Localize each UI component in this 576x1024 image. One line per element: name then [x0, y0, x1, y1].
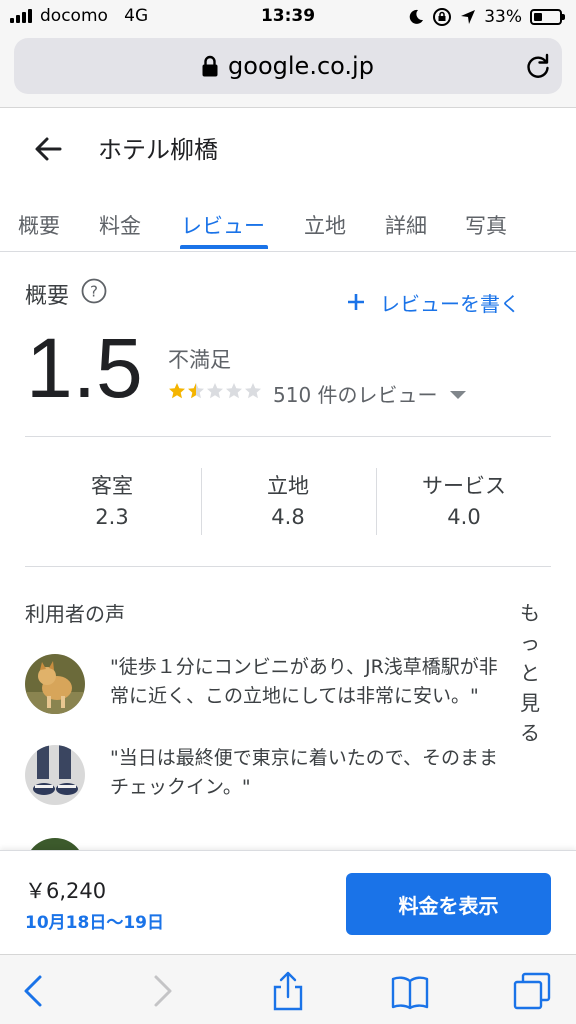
svg-text:?: ? — [90, 283, 98, 301]
battery-fill — [534, 13, 542, 21]
show-price-button[interactable]: 料金を表示 — [346, 873, 551, 935]
battery-icon — [530, 9, 565, 25]
tabs-icon[interactable] — [512, 971, 552, 1011]
write-review-label: レビューを書く — [380, 291, 520, 316]
sub-rating-label-rooms: 客室 — [91, 474, 133, 498]
see-more-link[interactable]: もっと見る — [520, 598, 546, 748]
sandals-photo-icon — [25, 745, 85, 805]
status-right: 33% — [408, 6, 565, 28]
avatar — [25, 745, 85, 805]
hotel-title: ホテル柳橋 — [98, 136, 218, 164]
divider — [25, 436, 551, 437]
moon-icon — [409, 9, 424, 24]
tab-photos[interactable]: 写真 — [465, 210, 507, 240]
sub-rating-value-rooms: 2.3 — [95, 505, 129, 529]
back-arrow-icon[interactable] — [32, 132, 66, 166]
rotation-lock-icon — [433, 8, 452, 26]
tab-price[interactable]: 料金 — [99, 210, 141, 240]
overview-heading: 概要 — [25, 284, 70, 309]
review-quote: "当日は最終便で東京に着いたので、そのまま チェックイン。" — [110, 747, 498, 798]
stay-dates[interactable]: 10月18日～19日 — [25, 908, 164, 933]
status-bar: docomo 4G 13:39 33% — [0, 0, 576, 34]
reload-icon[interactable] — [524, 52, 552, 80]
dropdown-triangle-icon[interactable] — [448, 388, 468, 402]
tab-location[interactable]: 立地 — [304, 210, 346, 240]
screen: docomo 4G 13:39 33% google.co.jp ホテル柳橋 概… — [0, 0, 576, 1024]
browser-top-bar: google.co.jp — [0, 34, 576, 108]
write-review-button[interactable]: レビューを書く — [346, 288, 520, 316]
help-icon[interactable]: ? — [81, 278, 107, 304]
tab-reviews[interactable]: レビュー — [181, 210, 265, 240]
battery-percent: 33% — [484, 7, 522, 27]
address-bar[interactable]: google.co.jp — [14, 38, 562, 94]
price-bar: ￥6,240 10月18日～19日 料金を表示 — [0, 850, 576, 954]
sub-rating-value-location: 4.8 — [271, 505, 305, 529]
sub-rating-label-location: 立地 — [267, 474, 309, 498]
review-count[interactable]: 510 件のレビュー — [273, 379, 438, 408]
browser-toolbar — [0, 954, 576, 1024]
sub-rating-value-service: 4.0 — [447, 505, 481, 529]
divider — [25, 566, 551, 567]
tab-details[interactable]: 詳細 — [385, 210, 427, 240]
star-icon — [188, 383, 204, 399]
star-icon — [226, 383, 242, 399]
address-content: google.co.jp — [14, 38, 562, 94]
forward-chevron-icon[interactable] — [142, 971, 182, 1011]
tab-bar: 概要 料金 レビュー 立地 詳細 写真 — [0, 196, 576, 252]
star-rating — [168, 382, 262, 400]
avatar — [25, 654, 85, 714]
sub-rating-label-service: サービス — [422, 474, 506, 498]
active-tab-indicator — [180, 245, 268, 249]
star-icon — [207, 383, 223, 399]
user-voices-heading: 利用者の声 — [25, 602, 125, 626]
back-chevron-icon[interactable] — [14, 971, 54, 1011]
star-icon — [245, 383, 261, 399]
plus-icon — [348, 294, 364, 310]
price: ￥6,240 — [25, 879, 107, 903]
overall-rating: 1.5 — [26, 321, 143, 415]
review-quote: "徒歩１分にコンビニがあり、JR浅草橋駅が非 常に近く、この立地にしては非常に安… — [110, 656, 498, 707]
location-arrow-icon — [461, 10, 476, 24]
tab-overview[interactable]: 概要 — [18, 210, 60, 240]
url-text: google.co.jp — [228, 52, 374, 80]
dog-photo-icon — [25, 654, 85, 714]
bookmarks-icon[interactable] — [390, 971, 430, 1011]
lock-icon — [202, 55, 218, 77]
share-icon[interactable] — [268, 971, 308, 1011]
star-icon — [169, 383, 185, 399]
rating-description: 不満足 — [168, 348, 231, 372]
